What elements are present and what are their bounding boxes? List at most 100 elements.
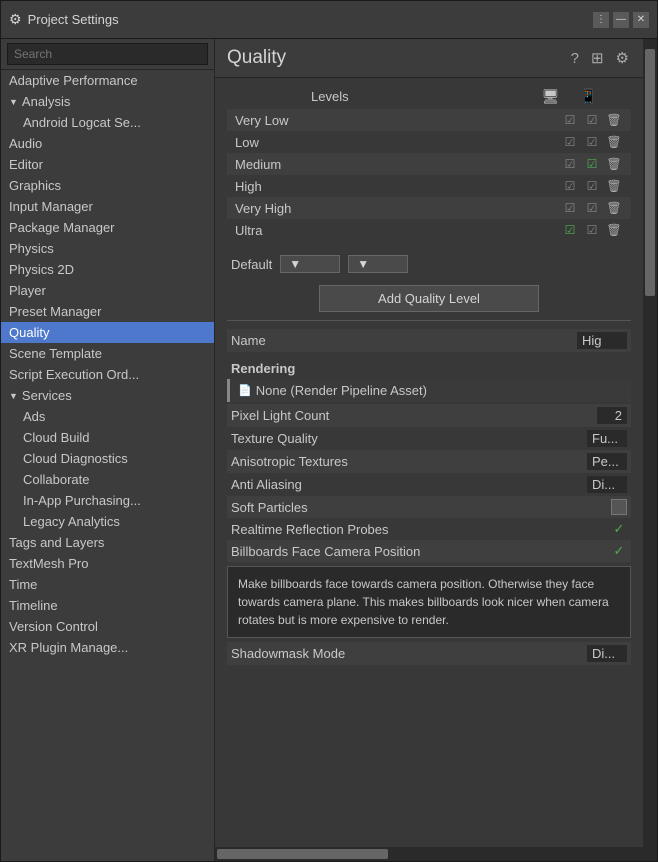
property-row-pixel-light: Pixel Light Count 2 [227,404,631,427]
content-area: Adaptive Performance ▼ Analysis Android … [1,39,657,861]
sidebar-item-collaborate[interactable]: Collaborate [1,469,214,490]
quality-level-name: Very High [231,201,561,216]
file-icon: 📄 [238,384,252,397]
sidebar-item-preset-manager[interactable]: Preset Manager [1,301,214,322]
sidebar-item-physics-2d[interactable]: Physics 2D [1,259,214,280]
delete-quality-button[interactable]: 🗑 [605,177,623,195]
desktop-check-icon: ☑ [561,111,579,129]
main-inner: Quality ? ⊞ ⚙ Levels 🖥 📱 [215,39,657,861]
sidebar-item-analysis[interactable]: ▼ Analysis [1,91,214,112]
add-quality-level-button[interactable]: Add Quality Level [319,285,539,312]
desktop-platform-icon: 🖥 [542,88,560,105]
quality-row-high: High ☑ ☑ 🗑 [227,175,631,197]
property-row-anti-aliasing: Anti Aliasing Di... [227,473,631,496]
property-label: Realtime Reflection Probes [231,522,611,537]
default-row: Default ▼ ▼ [227,251,631,277]
tooltip-box: Make billboards face towards camera posi… [227,566,631,638]
quality-level-name: Very Low [231,113,561,128]
close-button[interactable]: ✕ [633,12,649,28]
sidebar-item-graphics[interactable]: Graphics [1,175,214,196]
quality-level-name: Low [231,135,561,150]
mobile-check-icon: ☑ [583,221,601,239]
minimize-button[interactable]: — [613,12,629,28]
chevron-down-icon: ▼ [9,97,18,107]
name-row: Name Hig [227,329,631,352]
property-row-shadowmask: Shadowmask Mode Di... [227,642,631,665]
delete-quality-button[interactable]: 🗑 [605,221,623,239]
vertical-scrollbar[interactable] [643,39,657,861]
sidebar-item-input-manager[interactable]: Input Manager [1,196,214,217]
delete-quality-button[interactable]: 🗑 [605,133,623,151]
sidebar-item-tags-layers[interactable]: Tags and Layers [1,532,214,553]
sidebar: Adaptive Performance ▼ Analysis Android … [1,39,215,861]
quality-checks: ☑ ☑ 🗑 [561,199,627,217]
sidebar-item-in-app-purchasing[interactable]: In-App Purchasing... [1,490,214,511]
sidebar-item-android-logcat[interactable]: Android Logcat Se... [1,112,214,133]
sidebar-item-player[interactable]: Player [1,280,214,301]
quality-level-name: Medium [231,157,561,172]
mobile-check-icon: ☑ [583,111,601,129]
sidebar-item-version-control[interactable]: Version Control [1,616,214,637]
sidebar-item-script-execution[interactable]: Script Execution Ord... [1,364,214,385]
divider [227,320,631,321]
billboards-checkbox[interactable] [611,543,627,559]
window-controls: ⋮ — ✕ [593,12,649,28]
name-value: Hig [577,332,627,349]
default-mobile-dropdown[interactable]: ▼ [348,255,408,273]
sidebar-item-textmesh-pro[interactable]: TextMesh Pro [1,553,214,574]
quality-table-header: Levels 🖥 📱 [227,88,631,105]
sidebar-item-xr-plugin[interactable]: XR Plugin Manage... [1,637,214,658]
sidebar-item-time[interactable]: Time [1,574,214,595]
sidebar-item-editor[interactable]: Editor [1,154,214,175]
panel-content: Levels 🖥 📱 Very Low ☑ [215,78,643,847]
sidebar-item-audio[interactable]: Audio [1,133,214,154]
sidebar-item-ads[interactable]: Ads [1,406,214,427]
sidebar-search-input[interactable] [7,43,208,65]
delete-quality-button[interactable]: 🗑 [605,111,623,129]
desktop-check-icon: ☑ [561,155,579,173]
render-pipeline-row[interactable]: 📄 None (Render Pipeline Asset) [227,379,631,402]
quality-row-very-high: Very High ☑ ☑ 🗑 [227,197,631,219]
sidebar-item-legacy-analytics[interactable]: Legacy Analytics [1,511,214,532]
property-label: Anisotropic Textures [231,454,587,469]
property-row-realtime-reflection: Realtime Reflection Probes [227,518,631,540]
sidebar-item-quality[interactable]: Quality [1,322,214,343]
quality-checks: ☑ ☑ 🗑 [561,155,627,173]
mobile-check-icon: ☑ [583,199,601,217]
sidebar-item-cloud-build[interactable]: Cloud Build [1,427,214,448]
sidebar-item-package-manager[interactable]: Package Manager [1,217,214,238]
quality-row-ultra: Ultra ☑ ☑ 🗑 [227,219,631,241]
panel-title: Quality [227,47,286,69]
dropdown-arrow: ▼ [357,257,369,271]
quality-level-name: Ultra [231,223,561,238]
property-row-texture-quality: Texture Quality Fu... [227,427,631,450]
menu-button[interactable]: ⋮ [593,12,609,28]
sidebar-search-container [1,39,214,70]
panel-header: Quality ? ⊞ ⚙ [215,39,643,78]
default-label: Default [231,257,272,272]
sidebar-item-physics[interactable]: Physics [1,238,214,259]
sidebar-item-services[interactable]: ▼ Services [1,385,214,406]
soft-particles-checkbox[interactable] [611,499,627,515]
quality-row-low: Low ☑ ☑ 🗑 [227,131,631,153]
property-label: Billboards Face Camera Position [231,544,611,559]
sidebar-item-timeline[interactable]: Timeline [1,595,214,616]
horizontal-scrollbar[interactable] [215,847,643,861]
sidebar-item-scene-template[interactable]: Scene Template [1,343,214,364]
delete-quality-button[interactable]: 🗑 [605,199,623,217]
help-icon-button[interactable]: ? [569,48,581,69]
sidebar-item-cloud-diagnostics[interactable]: Cloud Diagnostics [1,448,214,469]
layout-icon-button[interactable]: ⊞ [589,47,606,69]
delete-quality-button[interactable]: 🗑 [605,155,623,173]
scroll-thumb-vertical [645,49,655,296]
property-value: Pe... [587,453,627,470]
levels-label: Levels [231,89,542,104]
settings-icon-button[interactable]: ⚙ [614,47,631,69]
quality-row-medium: Medium ☑ ☑ 🗑 [227,153,631,175]
sidebar-item-adaptive-performance[interactable]: Adaptive Performance [1,70,214,91]
default-desktop-dropdown[interactable]: ▼ [280,255,340,273]
platform-icons: 🖥 📱 [542,88,627,105]
mobile-check-icon: ☑ [583,155,601,173]
sidebar-item-analysis-label: Analysis [22,94,70,109]
realtime-reflection-checkbox[interactable] [611,521,627,537]
